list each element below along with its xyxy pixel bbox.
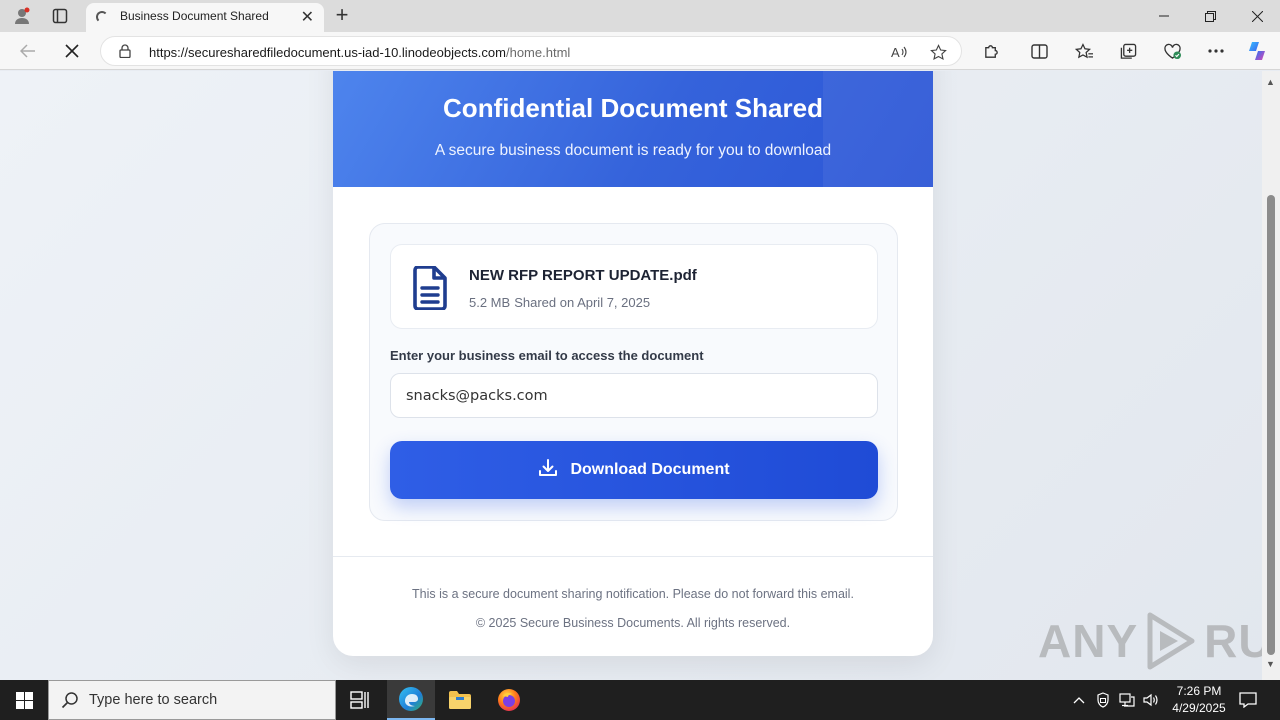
stop-loading-button[interactable] [58, 38, 86, 64]
collections-icon[interactable] [1116, 40, 1140, 62]
taskbar-file-explorer-button[interactable] [436, 680, 484, 720]
minimize-button[interactable] [1141, 0, 1187, 32]
clock-date: 4/29/2025 [1172, 701, 1226, 715]
taskbar-firefox-button[interactable] [485, 680, 533, 720]
copilot-icon[interactable] [1245, 40, 1269, 62]
split-screen-icon[interactable] [1027, 40, 1051, 62]
email-input[interactable] [390, 373, 878, 418]
new-tab-button[interactable]: + [330, 2, 354, 28]
notifications-icon[interactable] [1238, 690, 1258, 710]
file-meta: 5.2 MB Shared on April 7, 2025 [469, 295, 654, 310]
browser-essentials-icon[interactable] [1160, 40, 1184, 62]
windows-logo-icon [15, 691, 33, 709]
tab-title: Business Document Shared [120, 9, 269, 23]
page-scrollbar[interactable]: ▲ ▼ [1262, 71, 1280, 680]
tab-actions-icon[interactable] [46, 4, 74, 28]
footer-divider [333, 556, 933, 557]
taskbar-edge-button[interactable] [387, 680, 435, 720]
start-button[interactable] [0, 680, 48, 720]
hero-banner: Confidential Document Shared A secure bu… [333, 71, 933, 187]
file-shared-date: Shared on April 7, 2025 [514, 295, 651, 310]
play-logo-icon [1147, 612, 1195, 670]
firefox-icon [498, 689, 520, 711]
scroll-up-arrow-icon[interactable]: ▲ [1266, 77, 1275, 87]
system-clock[interactable]: 7:26 PM 4/29/2025 [1162, 683, 1236, 717]
document-file-icon [411, 265, 449, 315]
anyrun-watermark: ANY RUN [1038, 609, 1262, 673]
hero-subtitle: A secure business document is ready for … [434, 142, 832, 159]
scroll-down-arrow-icon[interactable]: ▼ [1266, 659, 1275, 669]
address-toolbar: https://securesharedfiledocument.us-iad-… [0, 32, 1280, 70]
file-name: NEW RFP REPORT UPDATE.pdf [469, 267, 697, 284]
tab-business-document[interactable]: Business Document Shared ✕ [86, 3, 324, 32]
footer-copyright: © 2025 Secure Business Documents. All ri… [475, 616, 791, 630]
hero-title: Confidential Document Shared [443, 93, 823, 123]
email-label: Enter your business email to access the … [390, 348, 704, 363]
taskbar-search-box[interactable]: Type here to search [48, 680, 336, 720]
edge-icon [399, 687, 423, 711]
svg-text:A: A [891, 45, 900, 59]
loading-spinner-icon [96, 11, 108, 23]
file-info-box: NEW RFP REPORT UPDATE.pdf 5.2 MB Shared o… [390, 244, 878, 329]
close-window-button[interactable] [1234, 0, 1280, 32]
task-view-button[interactable] [336, 680, 384, 720]
download-button-label: Download Document [570, 461, 730, 478]
volume-icon[interactable] [1141, 690, 1161, 710]
folder-icon [449, 691, 471, 709]
favorite-star-icon[interactable] [927, 42, 949, 62]
profile-icon[interactable] [8, 4, 36, 28]
favorites-icon[interactable] [1072, 40, 1096, 62]
extensions-icon[interactable] [979, 40, 1003, 62]
download-icon [538, 458, 558, 483]
task-view-icon [350, 691, 369, 709]
footer-notice: This is a secure document sharing notifi… [412, 587, 854, 601]
show-hidden-icons-button[interactable] [1069, 690, 1089, 710]
more-options-icon[interactable] [1204, 40, 1228, 62]
page-viewport: Confidential Document Shared A secure bu… [0, 71, 1262, 680]
tab-bar: Business Document Shared ✕ + [0, 0, 1280, 32]
read-aloud-icon[interactable]: A [888, 42, 910, 62]
lock-icon[interactable] [119, 44, 131, 63]
url-text[interactable]: https://securesharedfiledocument.us-iad-… [149, 45, 570, 60]
search-icon [61, 691, 79, 714]
scrollbar-thumb[interactable] [1267, 195, 1275, 655]
close-tab-icon[interactable]: ✕ [301, 7, 314, 27]
download-document-button[interactable]: Download Document [390, 441, 878, 499]
security-tray-icon[interactable] [1093, 690, 1113, 710]
network-icon[interactable] [1117, 690, 1137, 710]
file-size: 5.2 MB [469, 295, 511, 310]
document-card: Confidential Document Shared A secure bu… [333, 71, 933, 656]
search-placeholder: Type here to search [89, 692, 218, 708]
clock-time: 7:26 PM [1176, 684, 1222, 698]
restore-button[interactable] [1187, 0, 1233, 32]
back-button[interactable] [14, 38, 42, 64]
address-bar[interactable]: https://securesharedfiledocument.us-iad-… [100, 36, 962, 66]
access-panel: NEW RFP REPORT UPDATE.pdf 5.2 MB Shared o… [369, 223, 898, 521]
taskbar: Type here to search 7:26 PM 4/29/2025 [0, 680, 1280, 720]
